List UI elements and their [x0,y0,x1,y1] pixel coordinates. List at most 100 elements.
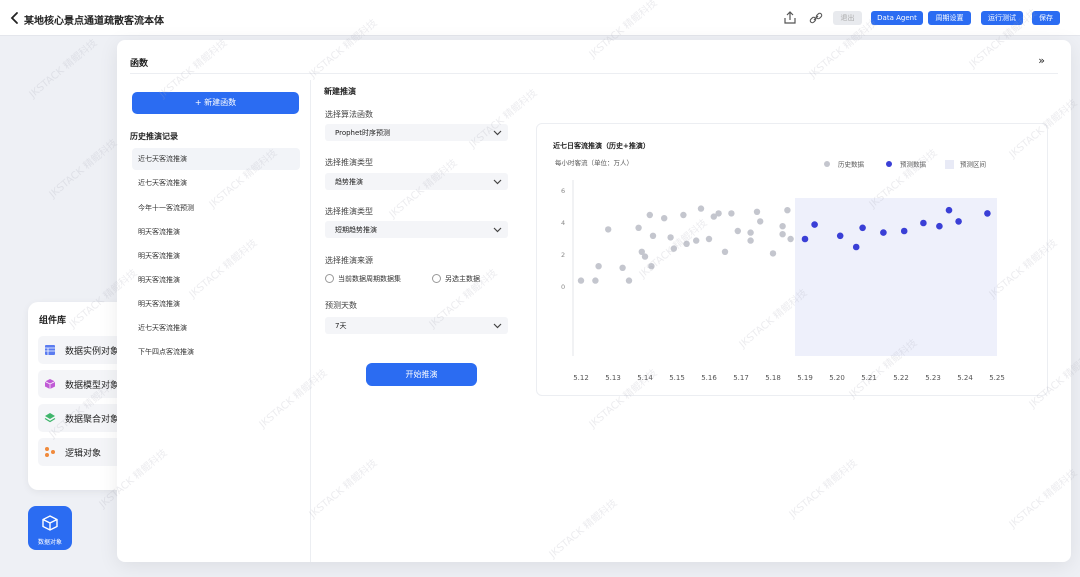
forecast-point [801,235,809,243]
y-tick-label: 0 [561,283,565,291]
data-agent-button[interactable]: Data Agent [871,11,923,25]
x-tick-label: 5.18 [765,374,781,382]
x-tick-label: 5.16 [701,374,717,382]
forecast-point [811,221,818,228]
history-point [705,235,713,243]
x-tick-label: 5.13 [605,374,621,382]
history-item[interactable]: 明天客流推演 [132,269,300,291]
data-object-label: 数据对象 [37,539,62,546]
forecast-point [955,218,962,225]
legend-label: 历史数据 [838,160,865,169]
algorithm-select[interactable]: Prophet时序预测 [325,124,508,141]
component-data-aggregate[interactable]: 数据聚合对象 [38,404,128,432]
type-value: 趋势推演 [335,178,363,186]
new-function-button[interactable]: + 新建函数 [132,92,299,114]
history-point [779,231,786,238]
history-item[interactable]: 明天客流推演 [132,293,300,315]
history-point [787,235,794,243]
history-point [693,237,700,244]
history-point [734,227,741,235]
forecast-point [936,222,943,230]
type2-label: 选择推演类型 [325,207,373,216]
forecast-point [859,224,866,232]
history-point [667,234,674,241]
history-item[interactable]: 今年十一客流预测 [132,197,300,219]
stack-icon [44,413,56,423]
x-tick-label: 5.14 [637,374,653,382]
type2-value: 短期趋势推演 [335,226,377,234]
component-library-title: 组件库 [39,316,67,326]
data-object-button[interactable]: 数据对象 [28,506,72,550]
period-settings-button[interactable]: 周期设置 [928,11,971,25]
history-point [649,232,657,239]
chevron-down-icon [493,227,502,233]
forecast-point [920,219,927,227]
history-point [728,210,735,217]
component-label: 数据聚合对象 [65,415,120,425]
radio-label: 另选主数据 [445,275,480,283]
history-item[interactable]: 明天客流推演 [132,245,300,267]
back-arrow-icon[interactable] [8,10,22,26]
history-point [683,240,690,247]
legend-marker [824,161,830,167]
component-data-model[interactable]: 数据模型对象 [38,370,128,398]
algorithm-value: Prophet时序预测 [335,129,391,137]
history-point [747,229,754,236]
start-simulation-button[interactable]: 开始推演 [366,363,477,386]
collapse-icon[interactable]: » [1038,54,1045,67]
divider [310,80,311,562]
history-item[interactable]: 近七天客流推演 [132,317,300,339]
x-tick-label: 5.20 [829,374,845,382]
x-tick-label: 5.21 [861,374,877,382]
legend-label: 预测数据 [900,160,927,169]
algorithm-label: 选择算法函数 [325,110,373,119]
run-test-button[interactable]: 运行测试 [981,11,1023,25]
radio-icon [432,274,441,283]
cube-icon [44,379,56,389]
legend-marker [886,161,892,167]
top-bar: 某地核心景点通道疏散客流本体 退出 Data Agent 周期设置 运行测试 保… [0,0,1080,36]
y-tick-label: 6 [561,187,565,195]
box-icon [42,515,58,531]
type-select[interactable]: 趋势推演 [325,173,508,190]
history-point [715,210,722,217]
history-point [757,218,764,225]
x-tick-label: 5.15 [669,374,685,382]
history-item[interactable]: 明天客流推演 [132,221,300,243]
history-point [697,205,705,212]
history-point [605,226,612,233]
history-point [595,263,602,270]
history-point [779,223,786,230]
legend-label: 预测区间 [960,160,986,169]
history-item[interactable]: 下午四点客流推演 [132,341,300,363]
forecast-chart-card: 近七日客流推演（历史+推演） 每小时客流（单位：万人） 0 2 4 6 5.12 5.13… [536,123,1048,396]
history-item[interactable]: 近七天客流推演 [132,172,300,194]
source-radio-current[interactable]: 当前数据周期数据集 [325,274,430,284]
legend-marker [945,160,954,169]
radio-icon [325,274,334,283]
forecast-point [945,206,953,214]
save-button[interactable]: 保存 [1032,11,1060,25]
chevron-down-icon [493,323,502,329]
exit-button[interactable]: 退出 [833,11,862,25]
history-point [784,207,791,214]
forecast-point [984,210,991,217]
source-radio-other[interactable]: 另选主数据 [432,274,502,284]
x-tick-label: 5.17 [733,374,749,382]
days-value: 7天 [335,322,347,330]
x-tick-label: 5.23 [925,374,941,382]
history-point [680,211,687,219]
radio-label: 当前数据周期数据集 [338,275,401,283]
share-icon[interactable] [782,10,798,26]
days-select[interactable]: 7天 [325,317,508,334]
y-tick-label: 4 [561,219,565,227]
type2-select[interactable]: 短期趋势推演 [325,221,508,238]
history-point [721,248,729,255]
history-title: 历史推演记录 [130,132,178,141]
watermark: JKSTACK 精鲲科技 [47,137,120,201]
history-item[interactable]: 近七天客流推演 [132,148,300,170]
component-logic[interactable]: 逻辑对象 [38,438,128,466]
link-icon[interactable] [808,10,824,26]
component-library: 组件库 数据实例对象 数据模型对象 数据聚合对象 逻辑对象 [28,302,128,490]
component-data-instance[interactable]: 数据实例对象 [38,336,128,364]
